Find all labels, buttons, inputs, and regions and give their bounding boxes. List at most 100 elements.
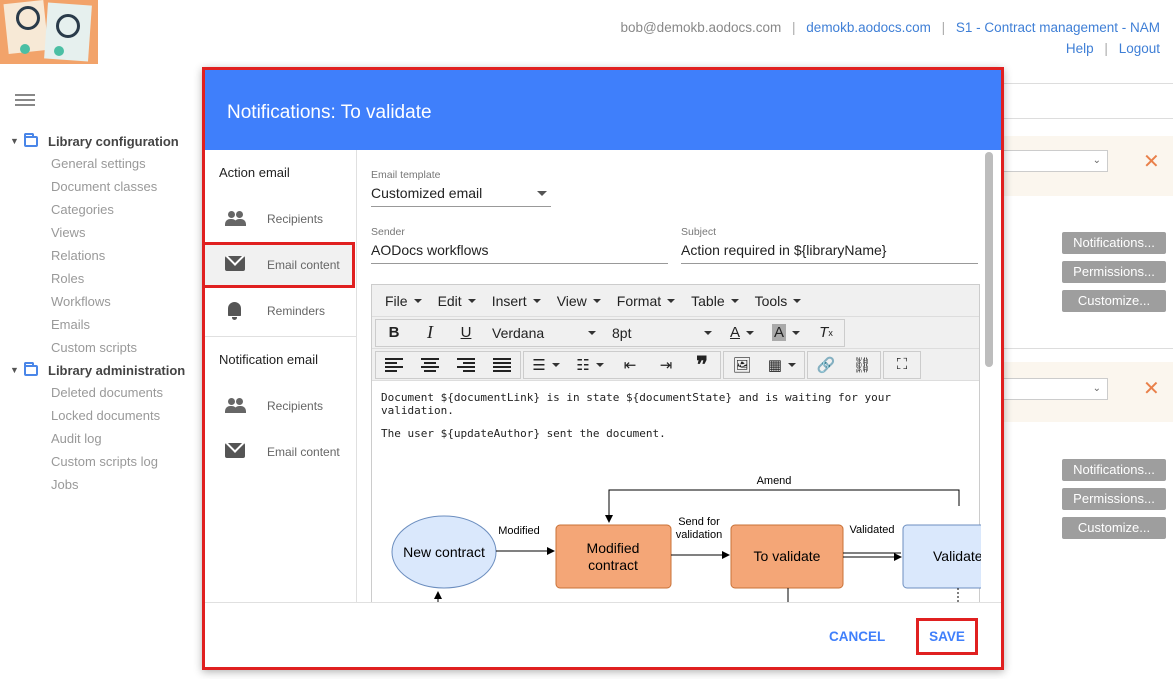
email-template-field[interactable]: Email template Customized email	[371, 169, 551, 207]
permissions-button[interactable]: Permissions...	[1062, 261, 1166, 283]
menu-view[interactable]: View	[557, 293, 601, 309]
sidebar-item-workflows[interactable]: Workflows	[0, 290, 200, 313]
section-action-email: Action email	[219, 165, 290, 180]
caret-down-icon: ▼	[10, 365, 19, 375]
mail-icon	[225, 443, 245, 458]
workflow-diagram: Amend New contract Modified Modified con…	[391, 475, 981, 602]
unlink-icon[interactable]: ⛓	[844, 352, 880, 378]
nav-notification-recipients[interactable]: Recipients	[205, 383, 356, 429]
insert-link-icon[interactable]: 🔗	[808, 352, 844, 378]
mail-icon	[225, 256, 245, 271]
indent-icon[interactable]: ⇥	[648, 352, 684, 378]
nav-action-recipients[interactable]: Recipients	[205, 196, 356, 242]
align-left-icon[interactable]	[376, 352, 412, 378]
dropdown-arrow-icon	[537, 191, 547, 196]
outdent-icon[interactable]: ⇤	[612, 352, 648, 378]
state-select[interactable]: ⌄	[1000, 378, 1108, 400]
dialog-footer: CANCEL SAVE	[205, 602, 1001, 667]
editor-menubar: File Edit Insert View Format Table Tools	[372, 285, 979, 317]
italic-button[interactable]: I	[412, 320, 448, 346]
highlight-color-icon[interactable]: A	[764, 320, 808, 346]
editor-body[interactable]: Document ${documentLink} is in state ${d…	[372, 381, 979, 460]
edge-label-validated: Validated	[849, 524, 894, 536]
sidebar-item-custom-scripts[interactable]: Custom scripts	[0, 336, 200, 359]
sidebar-item-deleted-documents[interactable]: Deleted documents	[0, 381, 200, 404]
save-button[interactable]: SAVE	[916, 618, 978, 655]
menu-format[interactable]: Format	[617, 293, 676, 309]
sidebar-item-views[interactable]: Views	[0, 221, 200, 244]
node-modified-contract-line2: contract	[588, 557, 638, 573]
menu-table[interactable]: Table	[691, 293, 739, 309]
edge-label-validation: validation	[676, 529, 722, 541]
insert-image-icon[interactable]: 🖼	[724, 352, 760, 378]
close-icon[interactable]: ✕	[1143, 376, 1160, 401]
divider	[1000, 83, 1173, 84]
align-right-icon[interactable]	[448, 352, 484, 378]
user-email: bob@demokb.aodocs.com	[620, 20, 782, 35]
font-size-select[interactable]: 8pt	[604, 320, 720, 346]
sender-input[interactable]: AODocs workflows	[371, 242, 668, 264]
library-logo[interactable]	[0, 0, 98, 64]
edge-label-modified: Modified	[498, 525, 540, 537]
scrollbar[interactable]	[985, 152, 993, 367]
rich-text-editor: File Edit Insert View Format Table Tools…	[371, 284, 981, 602]
nav-action-email-content[interactable]: Email content	[205, 242, 355, 288]
customize-button[interactable]: Customize...	[1062, 290, 1166, 312]
menu-file[interactable]: File	[385, 293, 422, 309]
nav-action-reminders[interactable]: Reminders	[205, 288, 356, 334]
sidebar-item-emails[interactable]: Emails	[0, 313, 200, 336]
people-icon	[225, 397, 246, 415]
subject-input[interactable]: Action required in ${libraryName}	[681, 242, 978, 264]
sidebar-item-general-settings[interactable]: General settings	[0, 152, 200, 175]
section-notification-email: Notification email	[219, 352, 318, 367]
align-justify-icon[interactable]	[484, 352, 520, 378]
sidebar-item-roles[interactable]: Roles	[0, 267, 200, 290]
underline-button[interactable]: U	[448, 320, 484, 346]
edge-label-amend: Amend	[757, 475, 792, 487]
permissions-button[interactable]: Permissions...	[1062, 488, 1166, 510]
insert-table-icon[interactable]: ▦	[760, 352, 804, 378]
sidebar-item-document-classes[interactable]: Document classes	[0, 175, 200, 198]
notifications-button[interactable]: Notifications...	[1062, 459, 1166, 481]
logout-link[interactable]: Logout	[1119, 41, 1160, 56]
text-color-icon[interactable]: A	[720, 320, 764, 346]
body-line-1: Document ${documentLink} is in state ${d…	[381, 391, 891, 417]
align-center-icon[interactable]	[412, 352, 448, 378]
nav-notification-email-content[interactable]: Email content	[205, 429, 356, 475]
font-family-select[interactable]: Verdana	[484, 320, 604, 346]
sidebar-group-library-configuration[interactable]: ▼ Library configuration	[0, 130, 200, 152]
sidebar-item-jobs[interactable]: Jobs	[0, 473, 200, 496]
notifications-button[interactable]: Notifications...	[1062, 232, 1166, 254]
library-link[interactable]: S1 - Contract management - NAM	[956, 20, 1160, 35]
customize-button[interactable]: Customize...	[1062, 517, 1166, 539]
body-line-2: The user ${updateAuthor} sent the docume…	[381, 427, 666, 440]
sidebar-group-library-administration[interactable]: ▼ Library administration	[0, 359, 200, 381]
sidebar-item-relations[interactable]: Relations	[0, 244, 200, 267]
bold-button[interactable]: B	[376, 320, 412, 346]
node-validated-label: Validated	[933, 548, 981, 564]
clear-formatting-icon[interactable]: Tx	[808, 320, 844, 346]
sidebar-item-audit-log[interactable]: Audit log	[0, 427, 200, 450]
sidebar-item-locked-documents[interactable]: Locked documents	[0, 404, 200, 427]
menu-tools[interactable]: Tools	[755, 293, 802, 309]
domain-link[interactable]: demokb.aodocs.com	[806, 20, 931, 35]
subject-field[interactable]: Subject Action required in ${libraryName…	[681, 226, 978, 264]
blockquote-icon[interactable]: ❞	[684, 352, 720, 378]
sidebar-item-custom-scripts-log[interactable]: Custom scripts log	[0, 450, 200, 473]
bullet-list-icon[interactable]: ☰	[524, 352, 568, 378]
state-select[interactable]: ⌄	[1000, 150, 1108, 172]
sender-field[interactable]: Sender AODocs workflows	[371, 226, 668, 264]
hamburger-menu-icon[interactable]	[15, 94, 35, 106]
dialog-left-nav: Action email Recipients Email content Re…	[205, 150, 357, 602]
people-icon	[225, 210, 246, 228]
sidebar-item-categories[interactable]: Categories	[0, 198, 200, 221]
close-icon[interactable]: ✕	[1143, 149, 1160, 174]
cancel-button[interactable]: CANCEL	[829, 629, 885, 644]
help-link[interactable]: Help	[1066, 41, 1094, 56]
menu-edit[interactable]: Edit	[438, 293, 476, 309]
numbered-list-icon[interactable]: ☷	[568, 352, 612, 378]
fullscreen-icon[interactable]: ⛶	[884, 352, 920, 378]
divider	[1000, 348, 1173, 349]
divider	[1000, 118, 1173, 119]
menu-insert[interactable]: Insert	[492, 293, 541, 309]
